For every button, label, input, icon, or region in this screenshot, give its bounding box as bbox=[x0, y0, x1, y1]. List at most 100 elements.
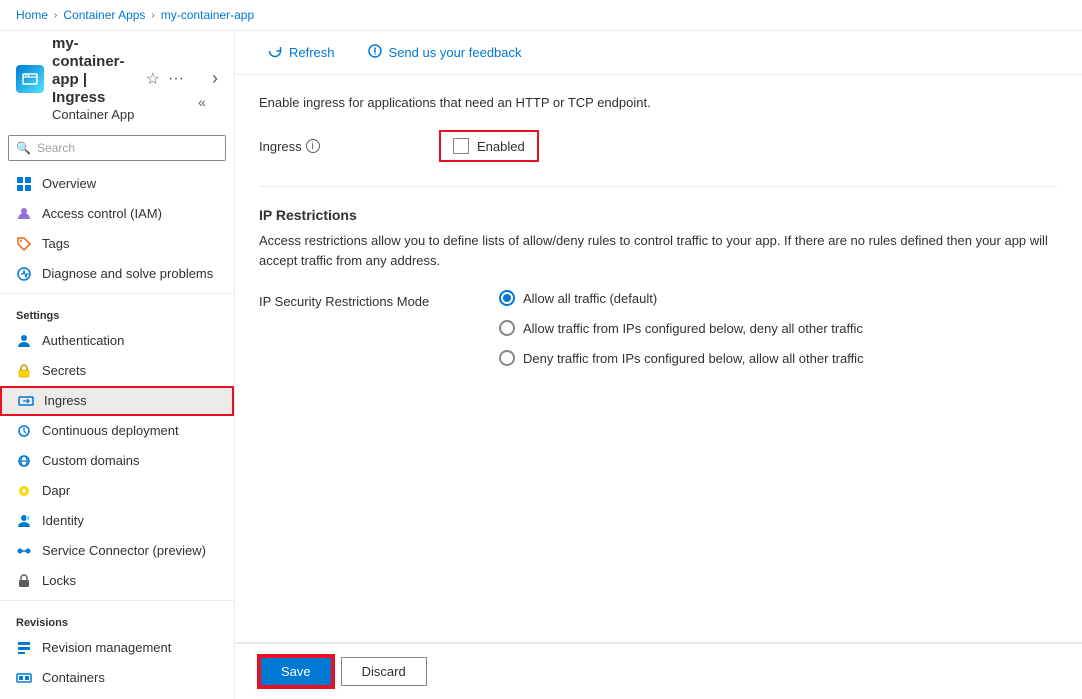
ingress-enabled-label: Enabled bbox=[477, 139, 525, 154]
nav-ingress[interactable]: Ingress bbox=[0, 386, 234, 416]
nav-tags-label: Tags bbox=[42, 236, 69, 251]
revisions-group-label: Revisions bbox=[0, 605, 234, 633]
toolbar: Refresh Send us your feedback bbox=[235, 31, 1082, 75]
star-icon[interactable]: ☆ bbox=[146, 69, 160, 89]
feedback-label: Send us your feedback bbox=[389, 45, 522, 60]
identity-icon bbox=[16, 513, 32, 529]
nav-custom-domains[interactable]: Custom domains bbox=[0, 446, 234, 476]
locks-icon bbox=[16, 573, 32, 589]
nav-overview[interactable]: Overview bbox=[0, 169, 234, 199]
ip-restrictions-title: IP Restrictions bbox=[259, 207, 1058, 223]
radio-allow-configured[interactable]: Allow traffic from IPs configured below,… bbox=[499, 320, 864, 336]
nav-locks[interactable]: Locks bbox=[0, 566, 234, 596]
main-content: Refresh Send us your feedback Enable ing… bbox=[235, 31, 1082, 699]
refresh-icon bbox=[267, 43, 283, 62]
dapr-icon bbox=[16, 483, 32, 499]
ingress-icon bbox=[18, 393, 34, 409]
nav-tags[interactable]: Tags bbox=[0, 229, 234, 259]
ingress-field-label: Ingress i bbox=[259, 139, 419, 154]
nav-domains-label: Custom domains bbox=[42, 453, 140, 468]
nav-diagnose-label: Diagnose and solve problems bbox=[42, 266, 213, 281]
nav-auth-label: Authentication bbox=[42, 333, 124, 348]
radio-allow-all-btn[interactable] bbox=[499, 290, 515, 306]
nav-ingress-label: Ingress bbox=[44, 393, 87, 408]
search-icon: 🔍 bbox=[16, 141, 31, 155]
nav-dapr[interactable]: Dapr bbox=[0, 476, 234, 506]
ip-mode-row: IP Security Restrictions Mode Allow all … bbox=[259, 290, 1058, 366]
nav-scale-replicas[interactable]: Scale and replicas bbox=[0, 693, 234, 699]
ip-radio-group: Allow all traffic (default) Allow traffi… bbox=[499, 290, 864, 366]
nav-connector-label: Service Connector (preview) bbox=[42, 543, 206, 558]
search-input[interactable] bbox=[8, 135, 226, 161]
search-area: 🔍 bbox=[8, 135, 226, 161]
ip-restrictions-desc: Access restrictions allow you to define … bbox=[259, 231, 1058, 270]
section-divider bbox=[259, 186, 1058, 187]
radio-allow-configured-btn[interactable] bbox=[499, 320, 515, 336]
app-title-area: my-container-app | Ingress Container App… bbox=[0, 31, 234, 131]
diagnose-icon bbox=[16, 266, 32, 282]
discard-button[interactable]: Discard bbox=[341, 657, 427, 686]
ingress-checkbox-wrapper[interactable]: Enabled bbox=[439, 130, 539, 162]
connector-icon bbox=[16, 543, 32, 559]
radio-allow-configured-label: Allow traffic from IPs configured below,… bbox=[523, 321, 863, 336]
auth-icon bbox=[16, 333, 32, 349]
nav-access-control[interactable]: Access control (IAM) bbox=[0, 199, 234, 229]
refresh-button[interactable]: Refresh bbox=[259, 39, 343, 66]
settings-group-label: Settings bbox=[0, 298, 234, 326]
ingress-checkbox[interactable] bbox=[453, 138, 469, 154]
nav-identity[interactable]: Identity bbox=[0, 506, 234, 536]
domains-icon bbox=[16, 453, 32, 469]
ip-mode-label: IP Security Restrictions Mode bbox=[259, 290, 479, 309]
save-button[interactable]: Save bbox=[259, 656, 333, 687]
deploy-icon bbox=[16, 423, 32, 439]
nav-secrets-label: Secrets bbox=[42, 363, 86, 378]
nav-service-connector[interactable]: Service Connector (preview) bbox=[0, 536, 234, 566]
nav-access-label: Access control (IAM) bbox=[42, 206, 162, 221]
ingress-field-row: Ingress i Enabled bbox=[259, 130, 1058, 162]
radio-deny-configured-btn[interactable] bbox=[499, 350, 515, 366]
breadcrumb: Home › Container Apps › my-container-app bbox=[0, 0, 1082, 31]
nav-overview-label: Overview bbox=[42, 176, 96, 191]
radio-allow-all[interactable]: Allow all traffic (default) bbox=[499, 290, 864, 306]
close-icon[interactable]: › bbox=[212, 68, 218, 89]
breadcrumb-current[interactable]: my-container-app bbox=[161, 8, 254, 22]
nav-containers-label: Containers bbox=[42, 670, 105, 685]
nav-diagnose[interactable]: Diagnose and solve problems bbox=[0, 259, 234, 289]
nav-continuous-deployment[interactable]: Continuous deployment bbox=[0, 416, 234, 446]
breadcrumb-sep2: › bbox=[151, 10, 154, 21]
nav-revision-label: Revision management bbox=[42, 640, 171, 655]
collapse-icon[interactable]: « bbox=[198, 94, 206, 110]
nav-divider-1 bbox=[0, 293, 234, 294]
content-area: Enable ingress for applications that nee… bbox=[235, 75, 1082, 642]
breadcrumb-home[interactable]: Home bbox=[16, 8, 48, 22]
nav-locks-label: Locks bbox=[42, 573, 76, 588]
app-title-text: my-container-app | Ingress Container App bbox=[52, 35, 138, 123]
sidebar: my-container-app | Ingress Container App… bbox=[0, 31, 235, 699]
footer: Save Discard bbox=[235, 643, 1082, 699]
feedback-button[interactable]: Send us your feedback bbox=[359, 39, 530, 66]
app-subtitle: Container App bbox=[52, 107, 134, 122]
app-icon bbox=[16, 65, 44, 93]
nav-authentication[interactable]: Authentication bbox=[0, 326, 234, 356]
more-icon[interactable]: ··· bbox=[168, 70, 184, 88]
ingress-description: Enable ingress for applications that nee… bbox=[259, 95, 1058, 110]
breadcrumb-container-apps[interactable]: Container Apps bbox=[63, 8, 145, 22]
radio-deny-configured[interactable]: Deny traffic from IPs configured below, … bbox=[499, 350, 864, 366]
tags-icon bbox=[16, 236, 32, 252]
overview-icon bbox=[16, 176, 32, 192]
containers-icon bbox=[16, 670, 32, 686]
nav-dapr-label: Dapr bbox=[42, 483, 70, 498]
nav-secrets[interactable]: Secrets bbox=[0, 356, 234, 386]
access-icon bbox=[16, 206, 32, 222]
ingress-info-icon[interactable]: i bbox=[306, 139, 320, 153]
nav-divider-2 bbox=[0, 600, 234, 601]
app-name: my-container-app | Ingress bbox=[52, 35, 138, 107]
radio-deny-configured-label: Deny traffic from IPs configured below, … bbox=[523, 351, 864, 366]
nav-revision-management[interactable]: Revision management bbox=[0, 633, 234, 663]
nav-containers[interactable]: Containers bbox=[0, 663, 234, 693]
feedback-icon bbox=[367, 43, 383, 62]
header-actions: ☆ ··· › bbox=[146, 68, 218, 89]
nav-identity-label: Identity bbox=[42, 513, 84, 528]
revisions-icon bbox=[16, 640, 32, 656]
refresh-label: Refresh bbox=[289, 45, 335, 60]
